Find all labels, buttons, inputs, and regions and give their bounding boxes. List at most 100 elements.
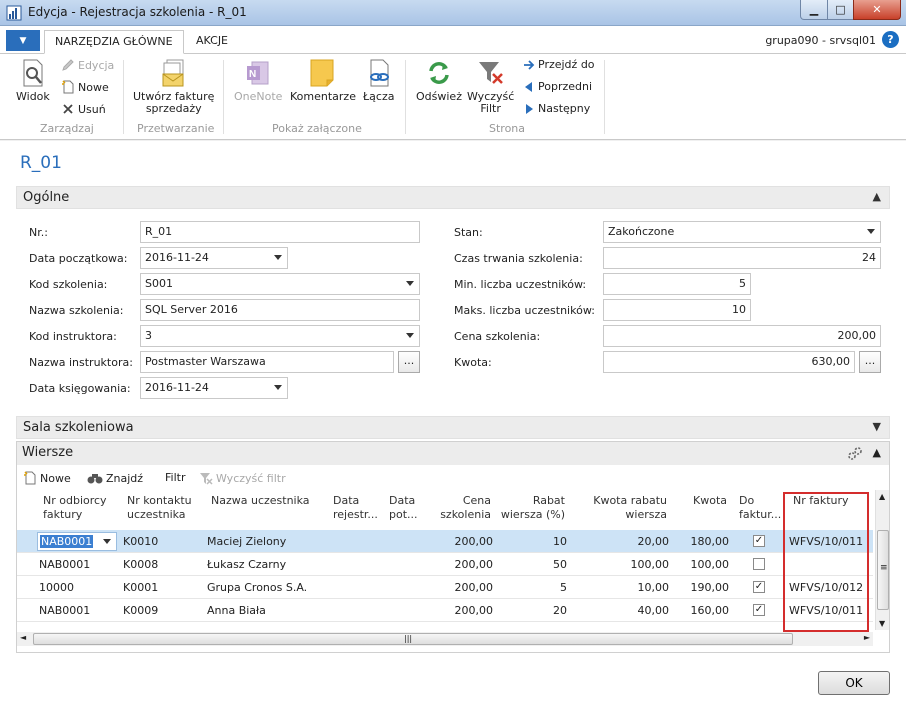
refresh-button[interactable]: Odśwież [416,58,462,103]
amount-field[interactable]: 630,00 [603,351,855,373]
table-row[interactable]: NAB0001 K0009 Anna Biała 200,00 20 40,00… [17,599,873,622]
to-invoice-checkbox[interactable]: ✓ [753,535,765,547]
group-page-label: Strona [489,122,526,135]
column-header-participant[interactable]: Nazwa uczestnika [211,494,310,508]
lines-filter-button[interactable]: Filtr [165,471,185,484]
comments-icon [310,59,334,87]
chevron-down-icon[interactable] [406,333,414,338]
create-invoice-label-2: sprzedaży [145,102,202,115]
title-bar: Edycja - Rejestracja szkolenia - R_01 ▁ … [0,0,906,26]
header-text: wiersza (%) [500,508,565,521]
tab-actions[interactable]: AKCJE [186,30,238,54]
column-header-to-invoice[interactable]: Do faktur... [739,494,781,522]
training-code-field[interactable]: S001 [140,273,420,295]
app-menu-button[interactable]: ▼ [6,30,40,51]
settings-icon[interactable] [847,446,863,462]
previous-button[interactable]: Poprzedni [523,80,592,93]
delete-button[interactable]: Usuń [61,102,106,116]
max-participants-field[interactable]: 10 [603,299,751,321]
lines-find-button[interactable]: Znajdź [87,471,143,485]
scroll-left-icon[interactable]: ◄ [20,633,26,642]
scroll-right-icon[interactable]: ► [864,633,870,642]
duration-field[interactable]: 24 [603,247,881,269]
page-title: R_01 [20,153,62,173]
training-name-field[interactable]: SQL Server 2016 [140,299,420,321]
tab-home[interactable]: NARZĘDZIA GŁÓWNE [44,30,184,54]
links-button[interactable]: Łącza [363,58,395,103]
chevron-down-icon[interactable] [103,539,111,544]
edit-button[interactable]: Edycja [61,58,114,72]
section-general-label: Ogólne [23,190,70,205]
instructor-code-field[interactable]: 3 [140,325,420,347]
create-invoice-button[interactable]: Utwórz fakturę sprzedaży [133,58,214,115]
minimize-button[interactable]: ▁ [800,0,828,20]
close-button[interactable]: ✕ [853,0,901,20]
scroll-up-icon[interactable]: ▲ [879,492,885,501]
horizontal-scrollbar[interactable]: ◄ ||| ► [17,632,873,646]
start-date-field[interactable]: 2016-11-24 [140,247,288,269]
chevron-down-icon[interactable] [274,385,282,390]
chevron-down-icon[interactable] [867,229,875,234]
onenote-icon: N [247,61,269,85]
onenote-button[interactable]: N OneNote [234,58,282,103]
to-invoice-checkbox[interactable]: ✓ [753,604,765,616]
chevron-down-icon[interactable] [406,281,414,286]
help-icon[interactable]: ? [882,31,899,48]
chevron-up-icon[interactable]: ▲ [873,446,881,459]
amount-cell: 180,00 [690,535,730,548]
contact-cell: K0009 [123,604,159,617]
column-header-confirm-date[interactable]: Data pot... [389,494,418,522]
header-text: Do [739,494,755,507]
view-button[interactable]: Widok [16,58,50,103]
table-row[interactable]: NAB0001 K0008 Łukasz Czarny 200,00 50 10… [17,553,873,576]
maximize-button[interactable]: □ [827,0,854,20]
instructor-name-value: Postmaster Warszawa [145,355,266,368]
comments-button[interactable]: Komentarze [290,58,356,103]
vertical-scroll-thumb[interactable]: ≡ [877,530,889,610]
to-invoice-checkbox[interactable] [753,558,765,570]
customer-cell-editor[interactable]: NAB0001 [37,532,117,551]
amount-assist-button[interactable]: ... [859,351,881,373]
lines-new-button[interactable]: Nowe [23,471,71,485]
contact-cell: K0008 [123,558,159,571]
nr-field[interactable]: R_01 [140,221,420,243]
next-button[interactable]: Następny [523,102,590,115]
next-label: Następny [538,102,591,115]
status-value: Zakończone [608,225,675,238]
scroll-down-icon[interactable]: ▼ [879,619,885,628]
posting-date-field[interactable]: 2016-11-24 [140,377,288,399]
instructor-name-field[interactable]: Postmaster Warszawa [140,351,394,373]
new-button[interactable]: Nowe [61,80,109,94]
triangle-right-icon [526,103,533,114]
chevron-down-icon[interactable] [274,255,282,260]
ok-button[interactable]: OK [818,671,890,695]
column-header-discount[interactable]: Rabat wiersza (%) [497,494,565,522]
amount-value: 630,00 [811,355,851,368]
horizontal-scroll-thumb[interactable]: ||| [33,633,793,645]
lines-clear-filter-button[interactable]: Wyczyść filtr [199,471,286,485]
instructor-assist-button[interactable]: ... [398,351,420,373]
section-general-header[interactable]: Ogólne ▲ [16,186,890,209]
column-header-registration-date[interactable]: Data rejestr... [333,494,378,522]
clear-filter-button[interactable]: Wyczyść Filtr [467,58,514,115]
start-date-value: 2016-11-24 [145,251,209,264]
discount-cell: 50 [553,558,567,571]
goto-button[interactable]: Przejdź do [523,58,595,71]
column-header-amount[interactable]: Kwota [681,494,727,508]
to-invoice-checkbox[interactable]: ✓ [753,581,765,593]
chevron-down-icon[interactable]: ▼ [873,420,881,433]
chevron-up-icon[interactable]: ▲ [873,190,881,203]
column-header-contact[interactable]: Nr kontaktu uczestnika [127,494,192,522]
table-row[interactable]: NAB0001 K0010 Maciej Zielony 200,00 10 2… [17,530,873,553]
column-header-discount-amount[interactable]: Kwota rabatu wiersza [583,494,667,522]
lines-part: Wiersze ▲ Nowe Znajdź Filtr Wyczyść filt… [16,441,890,653]
table-row[interactable]: 10000 K0001 Grupa Cronos S.A. 200,00 5 1… [17,576,873,599]
status-field[interactable]: Zakończone [603,221,881,243]
column-header-price[interactable]: Cena szkolenia [435,494,491,522]
training-price-field[interactable]: 200,00 [603,325,881,347]
section-room-header[interactable]: Sala szkoleniowa ▼ [16,416,890,439]
column-header-customer[interactable]: Nr odbiorcy faktury [43,494,107,522]
customer-cell: NAB0001 [39,604,91,617]
min-participants-field[interactable]: 5 [603,273,751,295]
vertical-scrollbar[interactable]: ▲ ≡ ▼ [875,490,889,630]
